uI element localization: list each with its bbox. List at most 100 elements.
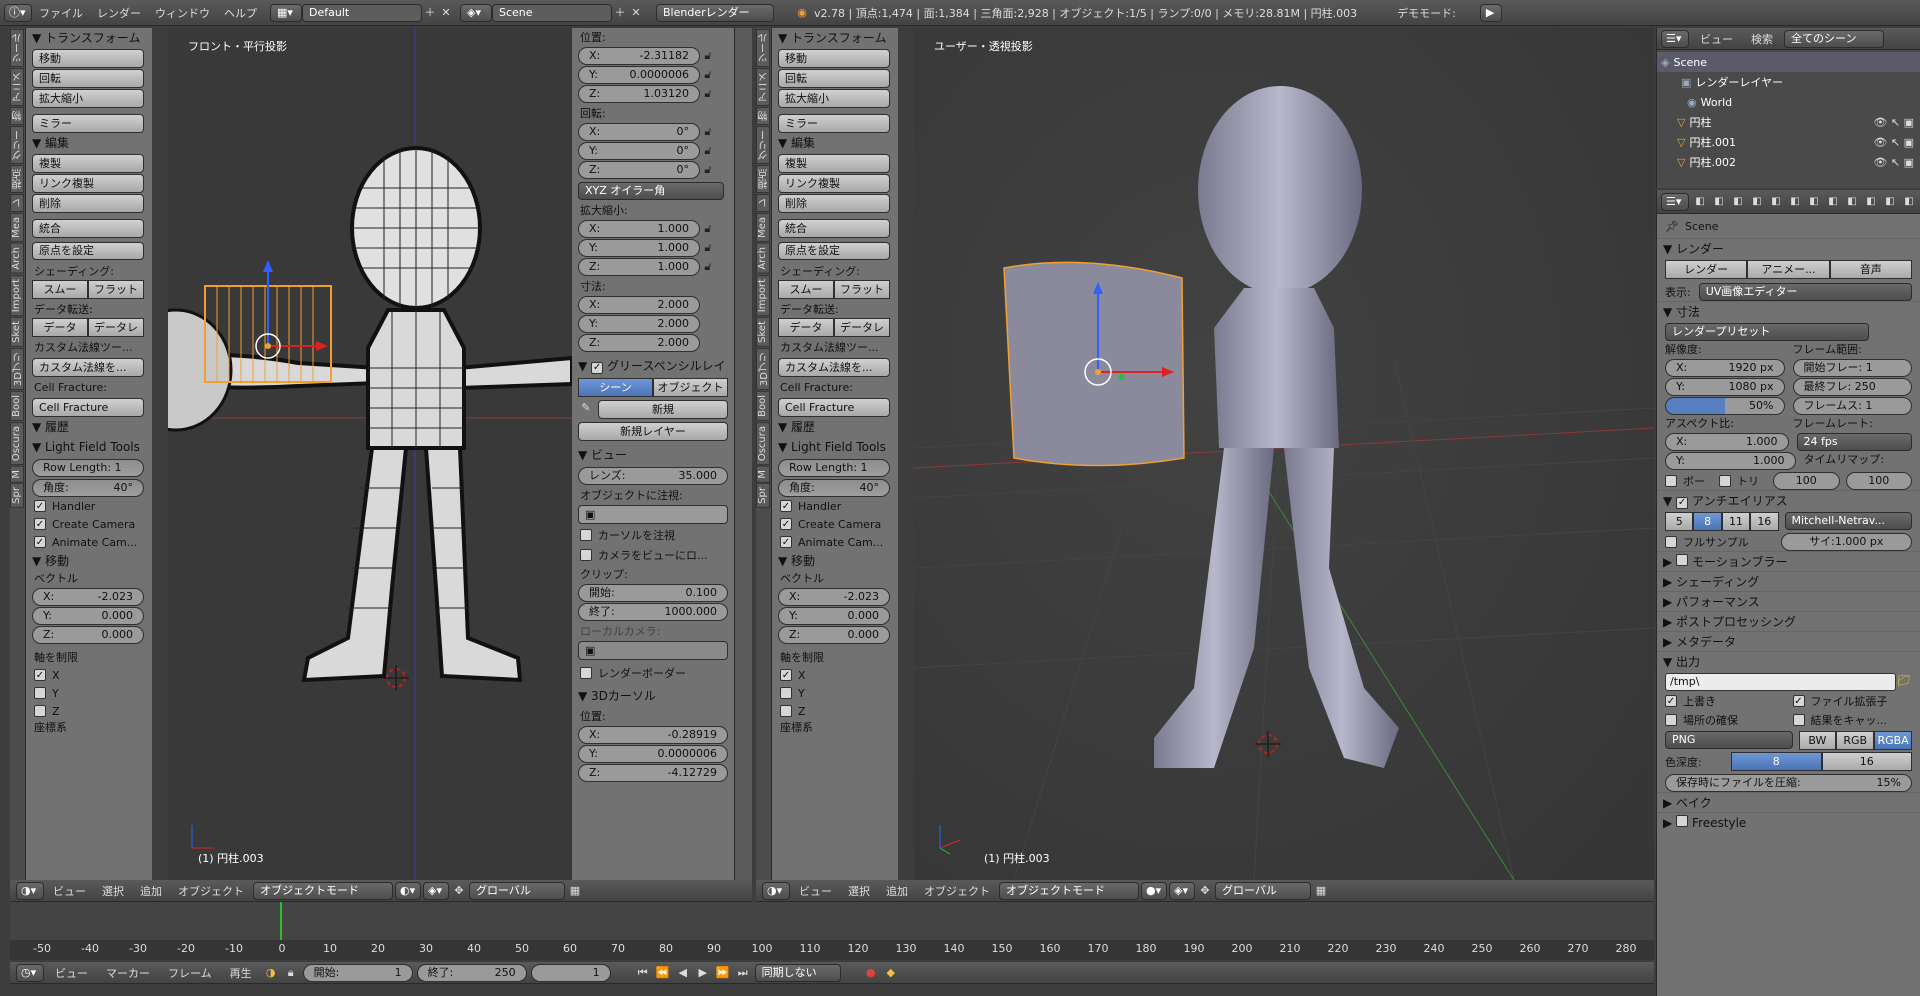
remove-layout-icon[interactable]: ✕: [438, 5, 454, 21]
tool-button[interactable]: 削除: [32, 194, 144, 213]
filter-size-field[interactable]: サイ:1.000 px: [1780, 533, 1912, 551]
section-header[interactable]: ▼ トランスフォーム: [26, 28, 152, 48]
outliner-item[interactable]: ▽ 円柱.002 👁︎ ↖ ▣: [1657, 152, 1920, 172]
folder-icon[interactable]: 📁︎: [1896, 673, 1912, 689]
menu-object-right[interactable]: オブジェクト: [924, 883, 990, 899]
tool-button[interactable]: 複製: [32, 154, 144, 173]
jump-end-icon[interactable]: ⏭: [735, 965, 751, 981]
outliner-menu-search[interactable]: 検索: [1751, 31, 1773, 47]
section-header[interactable]: ▼ 履歴: [772, 417, 898, 437]
layout-icon[interactable]: ▦▾: [270, 3, 302, 22]
aa-sample-button[interactable]: 16: [1750, 512, 1779, 531]
shading-button[interactable]: スムー: [778, 280, 834, 299]
checkbox-icon[interactable]: ✓: [780, 536, 792, 548]
timeline-menu-view[interactable]: ビュー: [55, 965, 88, 981]
scene-icon[interactable]: ◈▾: [460, 3, 492, 22]
data-transfer-button[interactable]: データレ: [88, 318, 144, 337]
timeline-editor-type[interactable]: ◷▾: [16, 963, 44, 982]
set-origin-select[interactable]: 原点を設定: [778, 242, 890, 260]
gp-new-layer-button[interactable]: 新規レイヤー: [578, 422, 728, 441]
tool-tab-0[interactable]: ツール: [10, 29, 24, 67]
checkbox-icon[interactable]: ✓: [34, 669, 46, 681]
scene-field[interactable]: Scene: [492, 3, 612, 22]
checkbox-icon[interactable]: ✓: [780, 518, 792, 530]
vector-field[interactable]: Z: 0.000: [778, 626, 890, 644]
tool-tab-8[interactable]: Import: [756, 274, 770, 316]
current-frame-field[interactable]: 1: [530, 963, 611, 982]
outliner-menu-view[interactable]: ビュー: [1700, 31, 1733, 47]
tool-button[interactable]: カスタム法線を...: [32, 358, 144, 377]
shading-button[interactable]: フラット: [834, 280, 890, 299]
outliner-filter-select[interactable]: 全てのシーン: [1784, 29, 1884, 48]
tool-button[interactable]: リンク複製: [32, 174, 144, 193]
tab-render-icon[interactable]: ◧: [1692, 194, 1708, 210]
tool-button[interactable]: 拡大縮小: [778, 89, 890, 108]
section-header[interactable]: ▶ シェーディング: [1657, 571, 1920, 591]
pivot-select-left[interactable]: ◈▾: [423, 881, 449, 900]
section-header[interactable]: ▶ モーションブラー: [1657, 551, 1920, 571]
lft-checkbox[interactable]: ✓ Handler: [26, 497, 152, 515]
color-mode-button[interactable]: RGBA: [1874, 731, 1912, 750]
angle-field[interactable]: 角度: 40°: [32, 479, 144, 497]
output-path-field[interactable]: /tmp\: [1665, 673, 1896, 691]
viewport-perspective[interactable]: ユーザー・透視投影 (1) 円柱.003: [914, 28, 1654, 880]
tab-material-icon[interactable]: ◧: [1844, 194, 1860, 210]
tool-tab-9[interactable]: Sket: [10, 316, 24, 347]
layers-icon-right[interactable]: ▦: [1313, 883, 1329, 899]
tool-tab-9[interactable]: Sket: [756, 316, 770, 347]
value-field[interactable]: X: 0°: [578, 123, 700, 141]
menu-select-right[interactable]: 選択: [848, 883, 870, 899]
value-field[interactable]: Y: 0°: [578, 142, 700, 160]
layout-field[interactable]: Default: [302, 3, 422, 22]
frame-step-field[interactable]: フレームス: 1: [1792, 397, 1912, 415]
cache-result-checkbox[interactable]: 結果をキャッ...: [1792, 711, 1913, 729]
section-header[interactable]: ▼ ✓ グリースペンシルレイ: [572, 356, 734, 376]
checkbox-icon[interactable]: [580, 667, 592, 679]
depth-button[interactable]: 16: [1821, 752, 1912, 771]
checkbox-icon[interactable]: [1665, 475, 1677, 487]
preview-range-icon[interactable]: ◑: [263, 965, 279, 981]
checkbox-icon[interactable]: [580, 529, 592, 541]
checkbox-icon[interactable]: [1665, 536, 1677, 548]
next-keyframe-icon[interactable]: ⏩: [715, 965, 731, 981]
tool-tab-6[interactable]: Mea: [756, 213, 770, 242]
value-field[interactable]: X: 2.000: [578, 296, 700, 314]
clip-start-field[interactable]: 開始: 0.100: [578, 584, 728, 602]
tool-button[interactable]: 統合: [32, 219, 144, 238]
value-field[interactable]: X: -2.31182: [578, 47, 700, 65]
rotation-mode-select[interactable]: XYZ オイラー角: [578, 182, 724, 200]
timeline[interactable]: -50 -40 -30 -20 -10 0 10 20 30 40 50 60 70 80 90 100 110…: [10, 902, 1654, 960]
properties-editor-type[interactable]: ☰▾: [1661, 192, 1689, 211]
section-header[interactable]: ▶ Freestyle: [1657, 812, 1920, 832]
add-scene-icon[interactable]: ＋: [612, 5, 628, 21]
render-engine-select[interactable]: Blenderレンダー: [656, 3, 774, 22]
section-header[interactable]: ▼ ✓ アンチエイリアス: [1657, 490, 1920, 510]
outliner-item[interactable]: ◈ Scene: [1657, 52, 1920, 72]
shading-button[interactable]: スムー: [32, 280, 88, 299]
tool-tab-1[interactable]: アニメ: [10, 68, 24, 106]
lock-checkbox[interactable]: カーソルを注視: [572, 526, 734, 544]
display-select[interactable]: UV画像エディター: [1698, 283, 1912, 301]
tool-button[interactable]: 複製: [778, 154, 890, 173]
data-transfer-button[interactable]: データレ: [834, 318, 890, 337]
record-icon[interactable]: ●: [863, 965, 879, 981]
menu-add-left[interactable]: 追加: [140, 883, 162, 899]
axis-checkbox[interactable]: Z: [772, 702, 898, 720]
crop-checkbox[interactable]: トリ: [1719, 472, 1767, 490]
tool-tab-7[interactable]: Arch: [10, 242, 24, 274]
tab-physics-icon[interactable]: ◧: [1901, 194, 1917, 210]
value-field[interactable]: X: 1.000: [578, 220, 700, 238]
frame-start-field[interactable]: 開始フレー: 1: [1792, 359, 1912, 377]
start-frame-field[interactable]: 開始: 1: [302, 963, 413, 982]
render-button[interactable]: 音声: [1829, 260, 1912, 279]
vector-field[interactable]: Y: 0.000: [32, 607, 144, 625]
outliner-editor-type[interactable]: ☰▾: [1661, 29, 1689, 48]
tool-button[interactable]: カスタム法線を...: [778, 358, 890, 377]
tool-tab-10[interactable]: 3Dプリ: [10, 347, 24, 390]
manipulator-icon-right[interactable]: ✥: [1197, 883, 1213, 899]
render-button[interactable]: アニメー...: [1747, 260, 1830, 279]
lock-icon[interactable]: 🔓︎: [700, 67, 716, 83]
checkbox-icon[interactable]: ✓: [34, 518, 46, 530]
tool-tab-12[interactable]: Oscura: [10, 421, 24, 465]
tool-tab-13[interactable]: M: [10, 465, 24, 483]
